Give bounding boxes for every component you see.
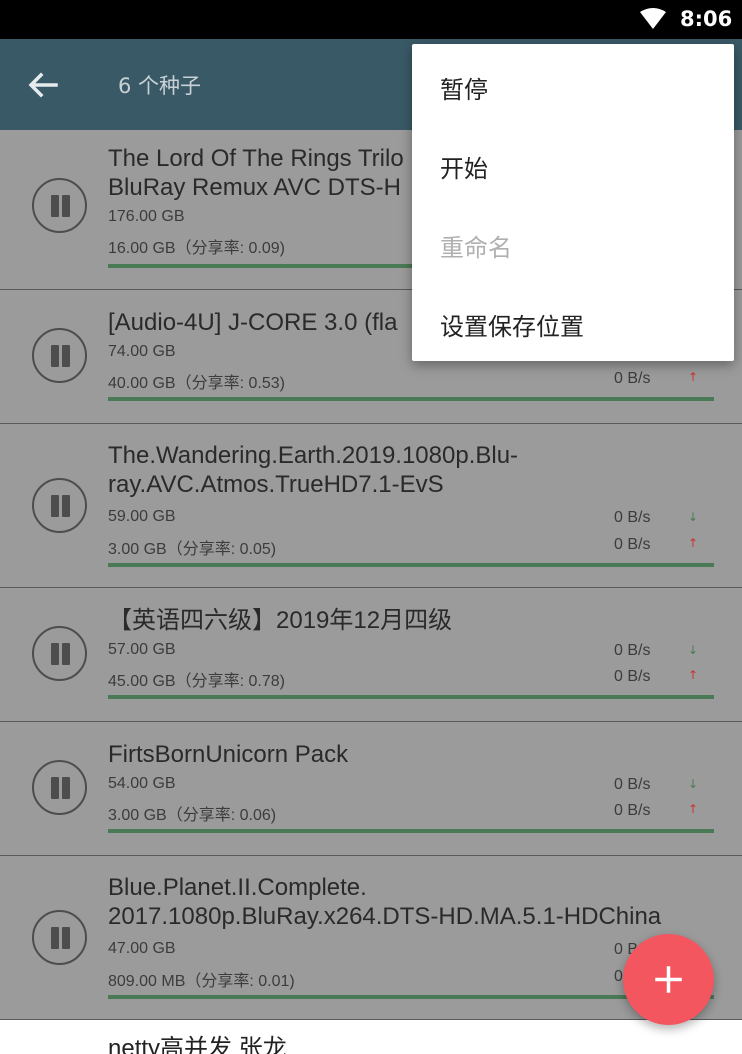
list-item[interactable]: netty高并发 张龙: [0, 1020, 742, 1054]
torrent-name: FirtsBornUnicorn Pack: [108, 741, 349, 768]
torrent-name: ray.AVC.Atmos.TrueHD7.1-EvS: [108, 471, 444, 498]
download-arrow-icon: ↓: [688, 777, 699, 791]
download-arrow-icon: ↓: [688, 510, 699, 524]
torrent-name: Blue.Planet.II.Complete.: [108, 874, 367, 901]
upload-speed: 0 B/s: [614, 668, 651, 685]
download-speed: 0 B/s: [614, 642, 651, 659]
download-speed: 0 B/s: [614, 509, 651, 526]
overflow-menu: 暂停 开始 重命名 设置保存位置: [412, 44, 734, 361]
progress-bar: [108, 695, 714, 699]
upload-speed: 0 B/s: [614, 802, 651, 819]
torrent-size: 47.00 GB: [108, 940, 176, 957]
upload-arrow-icon: ↑: [688, 802, 699, 816]
wifi-icon: [640, 8, 666, 29]
upload-speed: 0 B/s: [614, 536, 651, 553]
list-item[interactable]: 【英语四六级】2019年12月四级 57.00 GB 0 B/s ↓ 45.00…: [0, 588, 742, 722]
back-arrow-icon[interactable]: [26, 68, 60, 102]
torrent-uploaded: 3.00 GB（分享率: 0.06): [108, 807, 277, 824]
torrent-size: 176.00 GB: [108, 208, 185, 225]
pause-button[interactable]: [32, 626, 87, 681]
torrent-uploaded: 45.00 GB（分享率: 0.78): [108, 673, 285, 690]
torrent-uploaded: 16.00 GB（分享率: 0.09): [108, 240, 285, 257]
torrent-uploaded: 40.00 GB（分享率: 0.53): [108, 375, 285, 392]
torrent-name: The.Wandering.Earth.2019.1080p.Blu-: [108, 442, 519, 469]
menu-item-pause[interactable]: 暂停: [440, 70, 488, 105]
progress-bar: [108, 397, 714, 401]
torrent-size: 54.00 GB: [108, 775, 176, 792]
torrent-uploaded: 809.00 MB（分享率: 0.01): [108, 973, 295, 990]
menu-item-rename: 重命名: [440, 234, 512, 262]
upload-arrow-icon: ↑: [688, 536, 699, 550]
list-item[interactable]: The.Wandering.Earth.2019.1080p.Blu- ray.…: [0, 424, 742, 588]
pause-icon: [51, 927, 59, 949]
page-title: 6 个种子: [118, 74, 202, 98]
upload-arrow-icon: ↑: [688, 370, 699, 384]
pause-icon: [51, 643, 59, 665]
list-item[interactable]: FirtsBornUnicorn Pack 54.00 GB 0 B/s ↓ 3…: [0, 722, 742, 856]
clock: 8:06: [680, 7, 733, 31]
pause-icon: [51, 345, 59, 367]
menu-item-start[interactable]: 开始: [440, 149, 488, 184]
pause-button[interactable]: [32, 760, 87, 815]
pause-button[interactable]: [32, 328, 87, 383]
upload-speed: 0 B/s: [614, 370, 651, 387]
download-speed: 0 B/s: [614, 776, 651, 793]
torrent-name: netty高并发 张龙: [108, 1035, 287, 1054]
pause-button[interactable]: [32, 178, 87, 233]
torrent-size: 74.00 GB: [108, 343, 176, 360]
pause-icon: [51, 777, 59, 799]
download-arrow-icon: ↓: [688, 643, 699, 657]
torrent-name: 2017.1080p.BluRay.x264.DTS-HD.MA.5.1-HDC…: [108, 903, 662, 930]
torrent-name: 【英语四六级】2019年12月四级: [108, 607, 453, 634]
status-bar: 8:06: [0, 0, 742, 39]
upload-arrow-icon: ↑: [688, 668, 699, 682]
torrent-size: 57.00 GB: [108, 641, 176, 658]
progress-bar: [108, 829, 714, 833]
progress-bar: [108, 563, 714, 567]
torrent-uploaded: 3.00 GB（分享率: 0.05): [108, 541, 277, 558]
add-torrent-button[interactable]: [623, 934, 714, 1025]
pause-icon: [51, 495, 59, 517]
pause-button[interactable]: [32, 478, 87, 533]
pause-icon: [51, 195, 59, 217]
menu-item-set-save-location[interactable]: 设置保存位置: [440, 307, 584, 342]
pause-button[interactable]: [32, 910, 87, 965]
plus-icon: [655, 966, 682, 993]
torrent-size: 59.00 GB: [108, 508, 176, 525]
